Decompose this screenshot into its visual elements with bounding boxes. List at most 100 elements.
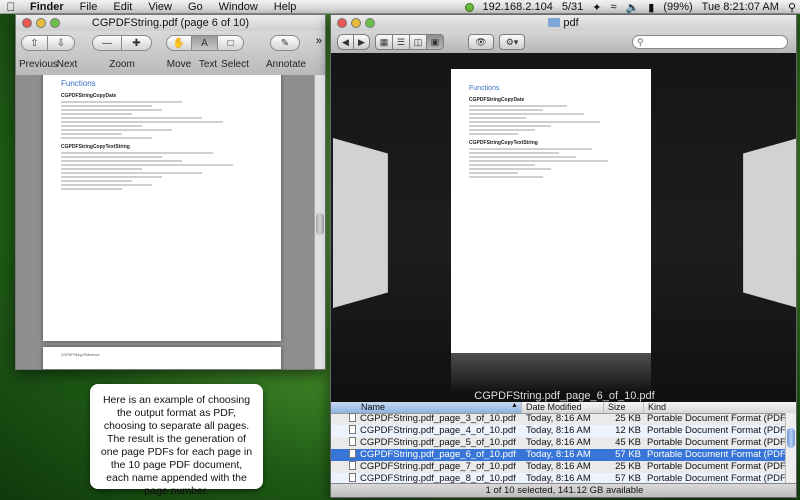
page-function-2: CGPDFStringCopyTextString <box>61 144 130 150</box>
status-green-icon[interactable] <box>464 2 474 12</box>
spotlight-icon[interactable]: ⚲ <box>788 1 796 14</box>
file-name: CGPDFString.pdf_page_3_of_10.pdf <box>360 413 516 424</box>
coverflow-view[interactable]: Functions CGPDFStringCopyDate CGPDFStrin… <box>331 53 796 402</box>
search-field[interactable]: ⚲ <box>632 35 788 49</box>
text-tool-button[interactable]: A <box>192 35 218 51</box>
pdf-file-icon <box>349 473 356 482</box>
cf-page-function-2: CGPDFStringCopyTextString <box>469 140 538 146</box>
menu-view[interactable]: View <box>140 1 180 13</box>
list-view-button[interactable]: ☰ <box>392 34 410 50</box>
forward-button[interactable]: ▶ <box>353 34 370 50</box>
column-name[interactable]: Name <box>331 402 521 413</box>
file-size: 45 KB <box>615 437 641 448</box>
menu-finder[interactable]: Finder <box>22 1 72 13</box>
move-tool-button[interactable]: ✋ <box>166 35 192 51</box>
file-date: Today, 8:16 AM <box>526 413 591 424</box>
coverflow-current-page[interactable]: Functions CGPDFStringCopyDate CGPDFStrin… <box>451 69 651 353</box>
annotate-button[interactable]: ✎ <box>270 35 300 51</box>
volume-icon[interactable]: 🔈 <box>626 1 640 14</box>
wifi-icon[interactable]: ≈ <box>611 1 617 13</box>
finder-title: pdf <box>331 17 796 29</box>
menubar-date[interactable]: 5/31 <box>562 1 583 13</box>
coverflow-left-page[interactable] <box>333 138 388 308</box>
menubar:  Finder File Edit View Go Window Help 1… <box>0 0 800 14</box>
file-size: 25 KB <box>615 413 641 424</box>
annotation-note: Here is an example of choosing the outpu… <box>90 384 263 497</box>
pdf-file-icon <box>349 437 356 446</box>
preview-document-area[interactable]: Functions CGPDFStringCopyDate CGPDFStrin… <box>16 75 325 369</box>
page-function-1: CGPDFStringCopyDate <box>61 93 117 99</box>
text-label: Text <box>198 59 218 70</box>
file-date: Today, 8:16 AM <box>526 449 591 460</box>
preview-window: CGPDFString.pdf (page 6 of 10) ⇧ ⇩ Previ… <box>15 14 326 370</box>
coverflow-reflection <box>451 353 651 393</box>
file-size: 57 KB <box>615 449 641 460</box>
select-tool-button[interactable]: □ <box>218 35 244 51</box>
pdf-file-icon <box>349 425 356 434</box>
battery-percent[interactable]: (99%) <box>663 1 692 13</box>
pdf-file-icon <box>349 449 356 458</box>
pdf-page: Functions CGPDFStringCopyDate CGPDFStrin… <box>43 75 281 341</box>
status-bar: 1 of 10 selected, 141.12 GB available <box>331 483 796 497</box>
page-footer-title: CGPDFString Reference <box>61 353 100 357</box>
next-page-button[interactable]: ⇩ <box>48 35 75 51</box>
file-row-selected[interactable]: CGPDFString.pdf_page_6_of_10.pdf Today, … <box>331 449 790 461</box>
column-view-button[interactable]: ◫ <box>409 34 427 50</box>
pdf-file-icon <box>349 413 356 422</box>
column-date-modified[interactable]: Date Modified <box>521 402 603 413</box>
file-kind: Portable Document Format (PDF) <box>647 413 790 424</box>
previous-label: Previous <box>19 59 58 70</box>
file-name: CGPDFString.pdf_page_4_of_10.pdf <box>360 425 516 436</box>
file-kind: Portable Document Format (PDF) <box>647 425 790 436</box>
zoom-in-button[interactable]: ✚ <box>122 35 152 51</box>
preview-scrollbar[interactable] <box>314 75 325 369</box>
preview-toolbar: ⇧ ⇩ Previous Next — ✚ Zoom ✋ A □ Move Te… <box>16 31 325 76</box>
back-button[interactable]: ◀ <box>337 34 354 50</box>
file-row[interactable]: CGPDFString.pdf_page_7_of_10.pdf Today, … <box>331 461 789 473</box>
cf-page-function-1: CGPDFStringCopyDate <box>469 97 525 103</box>
file-list-scrollbar[interactable] <box>785 413 796 486</box>
file-date: Today, 8:16 AM <box>526 437 591 448</box>
finder-title-text: pdf <box>563 17 579 29</box>
apple-menu-icon[interactable]:  <box>0 0 22 14</box>
ip-address[interactable]: 192.168.2.104 <box>483 1 553 13</box>
column-size[interactable]: Size <box>603 402 643 413</box>
toolbar-overflow-icon[interactable]: » <box>316 35 322 47</box>
preview-titlebar[interactable]: CGPDFString.pdf (page 6 of 10) <box>16 15 325 31</box>
coverflow-view-button[interactable]: ▣ <box>426 34 444 50</box>
menu-help[interactable]: Help <box>266 1 305 13</box>
previous-page-button[interactable]: ⇧ <box>21 35 48 51</box>
file-date: Today, 8:16 AM <box>526 425 591 436</box>
action-menu-button[interactable]: ⚙▾ <box>499 34 525 50</box>
file-list-scroll-thumb[interactable] <box>787 428 795 448</box>
file-name: CGPDFString.pdf_page_5_of_10.pdf <box>360 437 516 448</box>
column-kind[interactable]: Kind <box>643 402 796 413</box>
coverflow-right-page[interactable] <box>743 138 796 308</box>
sort-ascending-icon: ▲ <box>511 402 518 409</box>
file-kind: Portable Document Format (PDF) <box>647 449 790 460</box>
file-row[interactable]: CGPDFString.pdf_page_4_of_10.pdf Today, … <box>331 425 790 437</box>
menu-edit[interactable]: Edit <box>105 1 140 13</box>
icon-view-button[interactable]: ▦ <box>375 34 393 50</box>
finder-window: pdf ◀ ▶ ▦ ☰ ◫ ▣ 👁 ⚙▾ ⚲ Functions CGPDFSt… <box>330 14 797 498</box>
quick-look-button[interactable]: 👁 <box>468 34 494 50</box>
menu-go[interactable]: Go <box>180 1 211 13</box>
annotate-label: Annotate <box>266 59 307 70</box>
file-name: CGPDFString.pdf_page_7_of_10.pdf <box>360 461 516 472</box>
menu-window[interactable]: Window <box>211 1 266 13</box>
file-row[interactable]: CGPDFString.pdf_page_3_of_10.pdf Today, … <box>331 413 790 425</box>
file-row[interactable]: CGPDFString.pdf_page_5_of_10.pdf Today, … <box>331 437 789 449</box>
finder-toolbar: ◀ ▶ ▦ ☰ ◫ ▣ 👁 ⚙▾ ⚲ <box>331 31 796 54</box>
pdf-next-page: CGPDFString Reference <box>43 347 281 369</box>
zoom-out-button[interactable]: — <box>92 35 122 51</box>
menu-file[interactable]: File <box>72 1 106 13</box>
coverflow-caption: CGPDFString.pdf_page_6_of_10.pdf <box>474 390 655 402</box>
menubar-clock[interactable]: Tue 8:21:07 AM <box>702 1 779 13</box>
cf-page-section: Functions <box>469 85 500 92</box>
bluetooth-icon[interactable]: ✦ <box>592 1 601 14</box>
preview-scroll-thumb[interactable] <box>316 213 324 235</box>
finder-titlebar[interactable]: pdf <box>331 15 796 31</box>
battery-icon[interactable]: ▮ <box>648 1 654 14</box>
next-label: Next <box>56 59 78 70</box>
search-icon: ⚲ <box>637 36 644 47</box>
